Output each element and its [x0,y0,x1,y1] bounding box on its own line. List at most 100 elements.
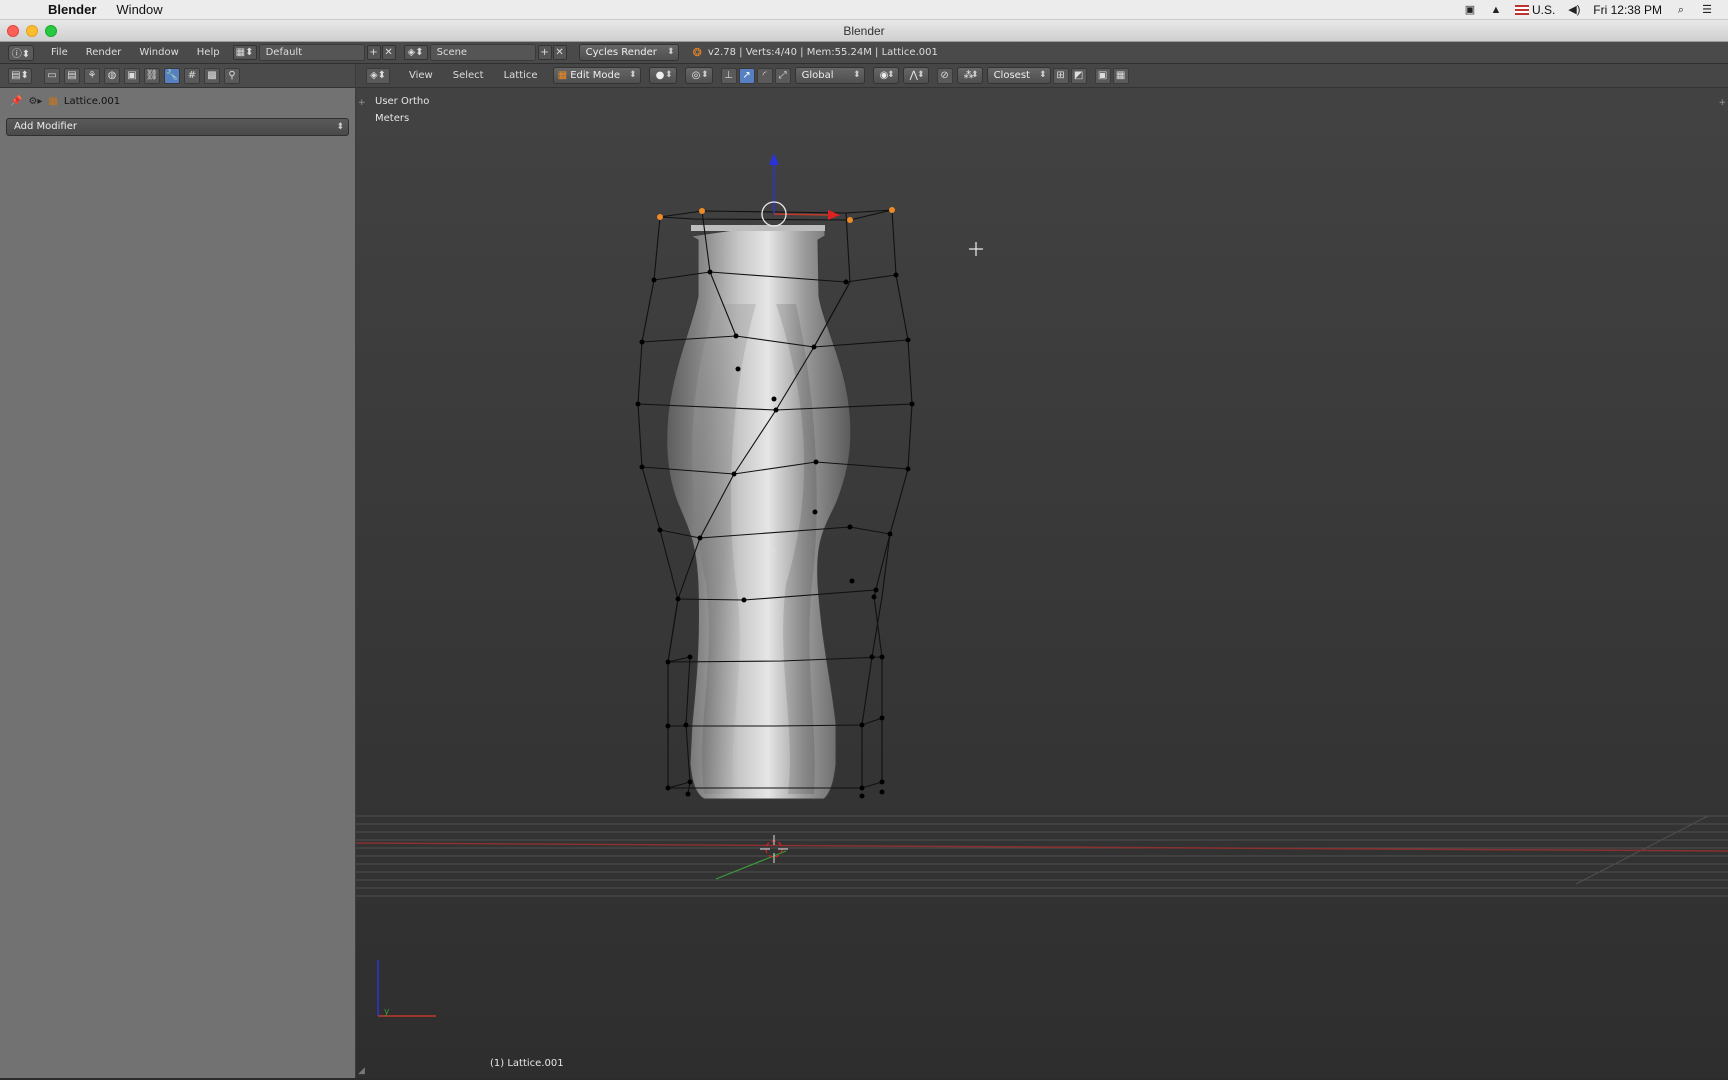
lattice-vertex[interactable] [879,789,885,795]
blender-logo-icon: ❂ [692,46,702,59]
editor-type-button[interactable]: ⓘ⬍ [8,44,34,61]
lattice-vertex[interactable] [871,594,877,600]
lattice-vertex[interactable] [873,587,879,593]
keyboard-layout[interactable]: U.S. [1514,3,1555,17]
lattice-vertex[interactable] [707,269,713,275]
lattice-vertex[interactable] [687,779,693,785]
lattice-vertex[interactable] [879,715,885,721]
lattice-vertex[interactable] [733,333,739,339]
render-tab-icon[interactable]: ▭ [44,67,60,84]
mouse-crosshair-icon [969,242,983,256]
lattice-vertex[interactable] [869,654,875,660]
bottle-mesh[interactable] [666,224,852,800]
object-tab-icon[interactable]: ▣ [124,67,140,84]
lattice-vertex[interactable] [909,401,915,407]
render-layers-tab-icon[interactable]: ▤ [64,67,80,84]
lattice-vertex-selected[interactable] [657,214,663,220]
corner-resize-handle[interactable]: ◢ [358,1066,365,1076]
lattice-vertex[interactable] [665,723,671,729]
lattice-vertex[interactable] [771,396,777,402]
modifiers-tab-icon[interactable]: 🔧 [164,67,180,84]
lattice-vertex[interactable] [859,793,865,799]
lattice-vertex[interactable] [683,722,689,728]
lattice-vertex[interactable] [635,401,641,407]
lattice-vertex[interactable] [697,535,703,541]
lattice-vertex-selected[interactable] [699,208,705,214]
add-modifier-dropdown[interactable]: Add Modifier [6,118,349,136]
world-tab-icon[interactable]: ◍ [104,67,120,84]
app-menu-window[interactable]: Window [116,2,162,17]
menu-window[interactable]: Window [130,47,187,58]
properties-header: ▤⬍ ▭ ▤ ⚘ ◍ ▣ ⛓ 🔧 # ▩ ⚲ [0,64,355,88]
transform-manipulator[interactable] [761,153,840,227]
minimize-window-button[interactable] [26,25,38,37]
lattice-vertex[interactable] [879,654,885,660]
x-axis-arrow-icon[interactable] [828,210,840,220]
add-scene-button[interactable]: + [537,45,552,60]
screen-layout-icon[interactable]: ▦⬍ [232,45,257,60]
menu-help[interactable]: Help [188,47,229,58]
lattice-vertex[interactable] [849,578,855,584]
lattice-vertex[interactable] [887,531,893,537]
screen-layout-field[interactable]: Default [258,44,365,61]
scene-field[interactable]: Scene [429,44,536,61]
lattice-vertex[interactable] [811,344,817,350]
lattice-vertex[interactable] [675,596,681,602]
lattice-vertex[interactable] [639,464,645,470]
pin-icon[interactable]: 📌 [10,96,22,107]
add-screen-button[interactable]: + [366,45,381,60]
render-engine-dropdown[interactable]: Cycles Render [578,44,679,61]
constraints-tab-icon[interactable]: ⛓ [144,67,160,84]
volume-icon[interactable]: ◀) [1567,4,1581,16]
lattice-vertex[interactable] [847,524,853,530]
grid-floor [356,815,1728,897]
lattice-vertex[interactable] [859,785,865,791]
info-icon: ⓘ⬍ [11,49,31,60]
lattice-vertex-selected[interactable] [847,217,853,223]
notification-center-icon[interactable]: ☰ [1700,4,1714,16]
zoom-window-button[interactable] [45,25,57,37]
scene-tab-icon[interactable]: ⚘ [84,67,100,84]
lattice-vertex[interactable] [905,466,911,472]
properties-editor-icon[interactable]: ▤⬍ [8,67,32,84]
lattice-vertex[interactable] [741,597,747,603]
menu-file[interactable]: File [42,47,77,58]
3d-viewport[interactable]: ◈⬍ View Select Lattice ▦ Edit Mode ● ◎ ⊥… [356,64,1728,1078]
lattice-vertex[interactable] [773,407,779,413]
lattice-vertex[interactable] [812,509,818,515]
lattice-vertex[interactable] [905,337,911,343]
lattice-vertex[interactable] [893,272,899,278]
screen-record-icon[interactable]: ▣ [1463,4,1477,16]
close-window-button[interactable] [7,25,19,37]
lattice-vertex-selected[interactable] [889,207,895,213]
properties-breadcrumb: 📌 ⚙▸ ▦ Lattice.001 [0,88,355,114]
clock[interactable]: Fri 12:38 PM [1593,3,1662,17]
lattice-vertex[interactable] [731,471,737,477]
lattice-vertex[interactable] [813,459,819,465]
lattice-vertex[interactable] [657,527,663,533]
delete-scene-button[interactable]: ✕ [552,45,567,60]
spotlight-search-icon[interactable]: ⌕ [1674,4,1688,16]
lattice-vertex[interactable] [639,339,645,345]
lattice-vertex[interactable] [651,277,657,283]
lattice-data-tab-icon[interactable]: # [184,67,200,84]
lattice-vertex[interactable] [665,785,671,791]
lattice-vertex[interactable] [843,279,849,285]
scene-icon[interactable]: ◈⬍ [403,45,428,60]
app-menu-blender[interactable]: Blender [48,2,96,17]
drive-icon[interactable]: ▲ [1489,4,1503,16]
context-icon: ⚙▸ [28,95,43,107]
lattice-vertex[interactable] [687,654,693,660]
lattice-vertex[interactable] [879,779,885,785]
texture-tab-icon[interactable]: ▩ [204,67,220,84]
physics-tab-icon[interactable]: ⚲ [224,67,240,84]
lattice-vertex[interactable] [665,659,671,665]
lattice-vertex[interactable] [685,791,691,797]
menu-render[interactable]: Render [77,47,131,58]
lattice-vertex[interactable] [859,722,865,728]
z-axis-arrow-icon[interactable] [769,153,779,165]
3d-cursor-icon[interactable] [760,835,788,863]
viewport-scene[interactable]: y [356,64,1728,1078]
lattice-vertex[interactable] [735,366,741,372]
delete-screen-button[interactable]: ✕ [381,45,396,60]
